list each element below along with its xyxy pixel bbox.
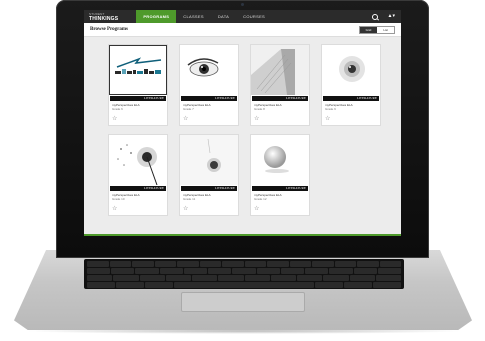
star-icon[interactable]: ☆ (183, 116, 188, 122)
card-grade: Grade 12 (254, 197, 267, 201)
star-icon[interactable]: ☆ (325, 116, 330, 122)
top-navbar: STUDENT THINKINGS PROGRAMS CLASSES DATA … (84, 10, 401, 23)
camera-dot (241, 3, 244, 6)
program-card[interactable]: LITERATURE myPerspectives ELA Grade 12 ☆ (250, 134, 310, 216)
page-title: Browse Programs (90, 27, 129, 32)
app-logo[interactable]: STUDENT THINKINGS (89, 12, 118, 22)
category-band: LITERATURE (110, 96, 166, 101)
program-card[interactable]: LITERATURE myPerspectives ELA Grade 8 ☆ (250, 44, 310, 126)
tab-courses[interactable]: COURSES (236, 10, 272, 23)
category-band: LITERATURE (323, 96, 379, 101)
cover-image-pin[interactable] (180, 135, 238, 185)
category-band: LITERATURE (252, 96, 308, 101)
star-icon[interactable]: ☆ (254, 116, 259, 122)
view-toggle: Grid List (358, 25, 395, 34)
cover-image-dandelion[interactable] (109, 135, 167, 185)
category-band: LITERATURE (110, 186, 166, 191)
screen: STUDENT THINKINGS PROGRAMS CLASSES DATA … (84, 10, 401, 236)
cover-image-eye-dark[interactable] (322, 45, 380, 95)
grid-view-button[interactable]: Grid (359, 26, 378, 33)
card-grade: Grade 7 (183, 107, 194, 111)
card-grade: Grade 10 (112, 197, 125, 201)
card-grade: Grade 8 (254, 107, 265, 111)
program-card[interactable]: LITERATURE myPerspectives ELA Grade 6 ☆ (108, 44, 168, 126)
list-view-button[interactable]: List (377, 26, 394, 33)
cover-image-typographic[interactable] (109, 45, 167, 95)
star-icon[interactable]: ☆ (183, 206, 188, 212)
user-menu-icon[interactable]: ▲▾ (388, 14, 395, 19)
program-card[interactable]: LITERATURE myPerspectives ELA Grade 9 ☆ (321, 44, 381, 126)
star-icon[interactable]: ☆ (254, 206, 259, 212)
category-band: LITERATURE (181, 96, 237, 101)
program-grid: LITERATURE myPerspectives ELA Grade 6 ☆ … (84, 44, 401, 216)
cover-image-building[interactable] (251, 45, 309, 95)
footer-accent-line (84, 234, 401, 236)
laptop-shadow (24, 328, 464, 334)
trackpad (181, 292, 305, 312)
cover-image-eye[interactable] (180, 45, 238, 95)
nav-actions: ▲▾ (371, 10, 395, 23)
program-grid-area: LITERATURE myPerspectives ELA Grade 6 ☆ … (84, 37, 401, 236)
category-band: LITERATURE (181, 186, 237, 191)
page-header: Browse Programs Grid List (84, 23, 401, 37)
search-icon[interactable] (371, 13, 378, 20)
program-card[interactable]: LITERATURE myPerspectives ELA Grade 10 ☆ (108, 134, 168, 216)
card-grade: Grade 11 (183, 197, 196, 201)
program-card[interactable]: LITERATURE myPerspectives ELA Grade 11 ☆ (179, 134, 239, 216)
tab-classes[interactable]: CLASSES (176, 10, 211, 23)
star-icon[interactable]: ☆ (112, 116, 117, 122)
keyboard (84, 259, 404, 289)
card-grade: Grade 9 (325, 107, 336, 111)
logo-main-text: THINKINGS (89, 15, 119, 22)
star-icon[interactable]: ☆ (112, 206, 117, 212)
card-grade: Grade 6 (112, 107, 123, 111)
cover-image-sphere[interactable] (251, 135, 309, 185)
tab-data[interactable]: DATA (211, 10, 236, 23)
program-card[interactable]: LITERATURE myPerspectives ELA Grade 7 ☆ (179, 44, 239, 126)
tab-programs[interactable]: PROGRAMS (136, 10, 177, 23)
category-band: LITERATURE (252, 186, 308, 191)
